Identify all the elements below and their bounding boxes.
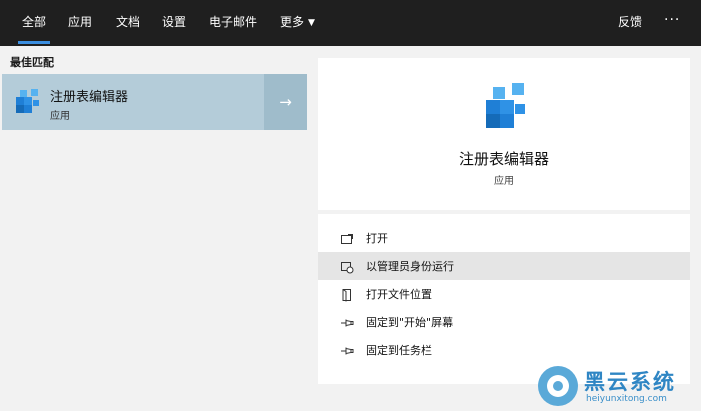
tab-email[interactable]: 电子邮件 — [209, 0, 257, 46]
best-match-name: 注册表编辑器 — [50, 90, 129, 105]
preview-title: 注册表编辑器 — [458, 150, 549, 168]
open-details-arrow-icon[interactable]: → — [264, 74, 307, 130]
section-title-best-match: 最佳匹配 — [10, 56, 54, 69]
watermark-url: heiyunxitong.com — [586, 394, 667, 404]
pin-icon — [340, 315, 354, 329]
best-match-type: 应用 — [50, 111, 70, 122]
action-open-file-location-label: 打开文件位置 — [366, 288, 432, 301]
action-pin-to-taskbar-label: 固定到任务栏 — [366, 344, 432, 357]
action-open-file-location[interactable]: 打开文件位置 — [318, 280, 690, 308]
tab-settings[interactable]: 设置 — [162, 0, 186, 46]
feedback-button[interactable]: 反馈 — [618, 0, 642, 46]
tab-more[interactable]: 更多 ▼ — [280, 0, 315, 46]
app-preview-card: 注册表编辑器 应用 — [318, 58, 690, 210]
search-category-bar: 全部 应用 文档 设置 电子邮件 更多 ▼ 反馈 ··· — [0, 0, 701, 46]
action-open-label: 打开 — [366, 232, 388, 245]
action-run-as-admin-label: 以管理员身份运行 — [366, 260, 454, 273]
more-options-icon[interactable]: ··· — [664, 0, 680, 46]
tab-apps[interactable]: 应用 — [68, 0, 92, 46]
action-pin-to-start-label: 固定到"开始"屏幕 — [366, 316, 454, 329]
registry-editor-icon — [14, 87, 40, 119]
run-as-admin-icon — [340, 259, 354, 274]
chevron-down-icon: ▼ — [308, 18, 315, 28]
action-list: 打开 以管理员身份运行 打开文件位置 固定到"开始"屏幕 固定到任务栏 — [318, 214, 690, 384]
file-location-icon — [340, 287, 354, 302]
action-pin-to-taskbar[interactable]: 固定到任务栏 — [318, 336, 690, 364]
watermark-logo-icon — [538, 366, 578, 406]
best-match-result[interactable]: 注册表编辑器 应用 — [2, 74, 264, 130]
preview-subtitle: 应用 — [494, 176, 514, 187]
watermark: 黑云系统 heiyunxitong.com — [538, 364, 701, 411]
registry-editor-large-icon — [484, 80, 528, 138]
tab-documents[interactable]: 文档 — [116, 0, 140, 46]
action-open[interactable]: 打开 — [318, 224, 690, 252]
action-pin-to-start[interactable]: 固定到"开始"屏幕 — [318, 308, 690, 336]
watermark-name: 黑云系统 — [584, 370, 676, 394]
open-icon — [340, 231, 354, 245]
tab-all[interactable]: 全部 — [17, 0, 51, 46]
action-run-as-admin[interactable]: 以管理员身份运行 — [318, 252, 690, 280]
pin-icon — [340, 343, 354, 357]
results-pane: 最佳匹配 注册表编辑器 应用 → — [0, 46, 308, 411]
tab-more-label: 更多 — [280, 15, 305, 29]
